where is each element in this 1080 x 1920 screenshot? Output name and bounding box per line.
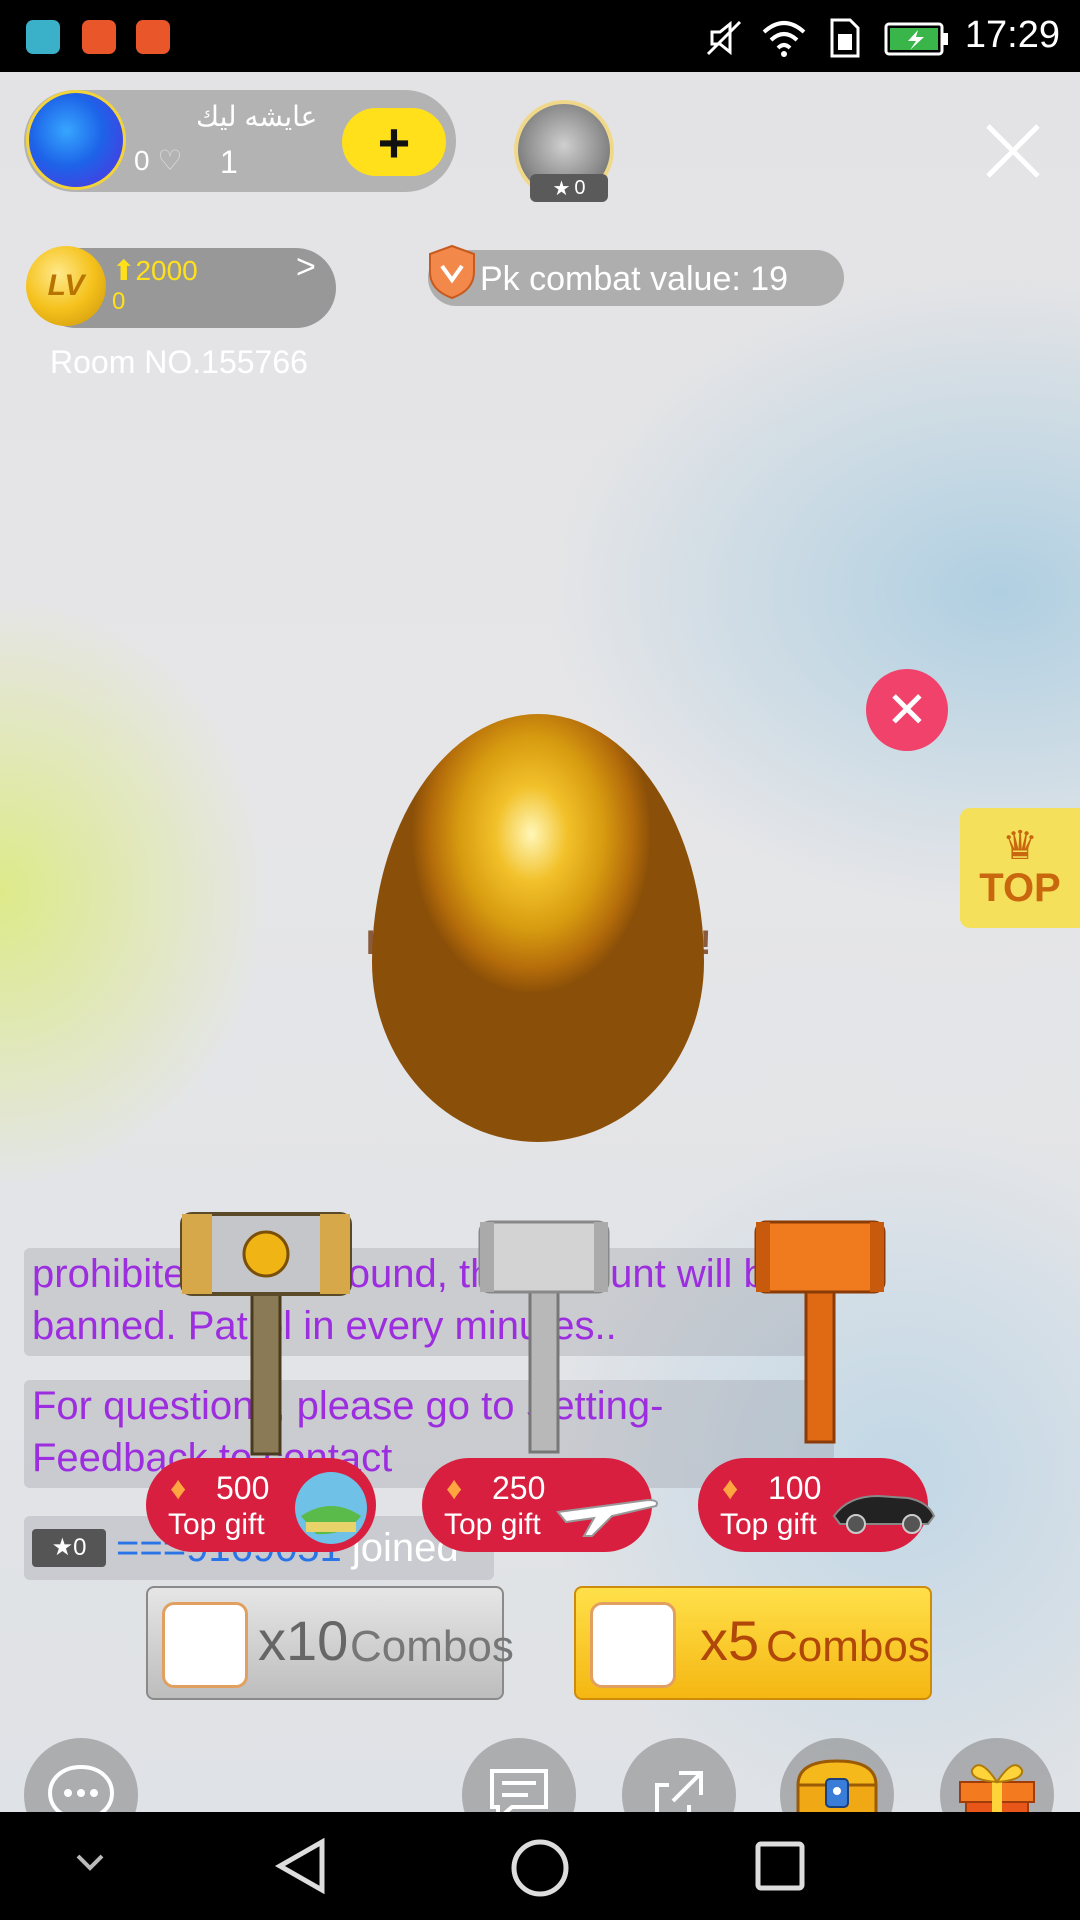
- gift-label: Top gift: [168, 1508, 265, 1541]
- combo-multiplier: x5: [700, 1609, 760, 1672]
- silver-hammer-icon[interactable]: [474, 1212, 614, 1462]
- home-icon[interactable]: [508, 1836, 572, 1900]
- combo-multiplier: x10: [258, 1609, 349, 1672]
- sports-car-gift-icon: [832, 1494, 936, 1534]
- gift-box-icon: [959, 1764, 1035, 1812]
- level-up-value: ⬆2000: [112, 255, 198, 286]
- top-ranking-button[interactable]: ♛ TOP: [960, 808, 1080, 928]
- share-icon: [655, 1771, 703, 1812]
- mute-icon: [706, 20, 742, 56]
- golden-egg[interactable]: [372, 714, 704, 1142]
- level-coin-icon: LV: [26, 246, 106, 326]
- diamond-icon: ♦: [446, 1470, 463, 1506]
- host-name: عايشه ليك: [196, 101, 318, 132]
- globe-gift-icon: [295, 1472, 367, 1544]
- combo-x5-button[interactable]: x5 Combos: [574, 1586, 932, 1700]
- treasure-chest-button[interactable]: [780, 1738, 894, 1812]
- gold-hammer-icon[interactable]: [176, 1204, 356, 1464]
- room-number: Room NO.155766: [50, 344, 308, 380]
- combo-word: Combos: [350, 1622, 514, 1671]
- user-star-badge: ★ 0: [32, 1529, 106, 1567]
- navigation-bar: [0, 1812, 1080, 1920]
- shield-icon: [429, 244, 475, 300]
- airplane-gift-icon: [556, 1498, 658, 1537]
- message-icon: [490, 1769, 548, 1812]
- chat-button[interactable]: [24, 1738, 138, 1812]
- music-icon: [82, 20, 116, 54]
- clock: 17:29: [964, 14, 1060, 56]
- recents-icon[interactable]: [752, 1838, 808, 1894]
- follow-button[interactable]: +: [342, 108, 446, 176]
- sim-icon: [830, 18, 860, 58]
- treasure-chest-icon: [796, 1759, 878, 1812]
- host-hearts: 0 ♡: [134, 144, 182, 177]
- close-icon[interactable]: [978, 116, 1048, 186]
- combo-checkbox: [162, 1602, 248, 1688]
- combo-x10-button[interactable]: x10 Combos: [146, 1586, 514, 1700]
- crown-icon: ♛: [1002, 823, 1038, 868]
- chat-message: prohibited. Once found, the account will…: [24, 1248, 834, 1356]
- share-button[interactable]: [622, 1738, 736, 1812]
- gift-price: 100: [768, 1470, 822, 1506]
- battery-icon: [884, 22, 948, 56]
- top-label: TOP: [979, 865, 1061, 910]
- gift-option-500[interactable]: ♦ 500 Top gift: [146, 1458, 376, 1552]
- host-count: 1: [220, 144, 238, 180]
- chevron-right-icon[interactable]: >: [296, 248, 316, 287]
- viewer-badge-count: 0: [574, 176, 586, 199]
- wifi-icon: [762, 21, 806, 57]
- gift-option-100[interactable]: ♦ 100 Top gift: [698, 1458, 936, 1552]
- music-icon: [136, 20, 170, 54]
- chevron-down-icon[interactable]: [70, 1848, 110, 1878]
- back-icon[interactable]: [272, 1836, 332, 1896]
- level-current: 0: [112, 288, 126, 315]
- host-avatar[interactable]: [26, 90, 126, 190]
- gift-option-250[interactable]: ♦ 250 Top gift: [422, 1458, 658, 1552]
- message-button[interactable]: [462, 1738, 576, 1812]
- arrow-up-icon: ⬆: [112, 255, 136, 286]
- bronze-hammer-icon[interactable]: [750, 1212, 890, 1452]
- diamond-icon: ♦: [722, 1470, 739, 1506]
- hearts-count: 0: [134, 145, 150, 176]
- star-icon: ★: [552, 177, 571, 200]
- gift-button[interactable]: [940, 1738, 1054, 1812]
- combo-word: Combos: [766, 1622, 930, 1671]
- gift-price: 500: [216, 1470, 270, 1506]
- viewer-star-badge: ★ 0: [530, 174, 608, 202]
- pk-combat-value: Pk combat value: 19: [480, 260, 789, 298]
- gift-label: Top gift: [720, 1508, 817, 1541]
- gift-price: 250: [492, 1470, 546, 1506]
- egg-close-button[interactable]: ✕: [866, 669, 948, 751]
- heart-icon: ♡: [157, 145, 183, 176]
- combo-checkbox: [590, 1602, 676, 1688]
- diamond-icon: ♦: [170, 1470, 187, 1506]
- live-room-stage: عايشه ليك 0 ♡ 1 + ★ 0 LV ⬆2000 0 > Pk co…: [0, 72, 1080, 1812]
- android-icon: [26, 20, 60, 54]
- chat-bubble-icon: [47, 1764, 115, 1812]
- gift-label: Top gift: [444, 1508, 541, 1541]
- status-bar: 17:29: [0, 0, 1080, 72]
